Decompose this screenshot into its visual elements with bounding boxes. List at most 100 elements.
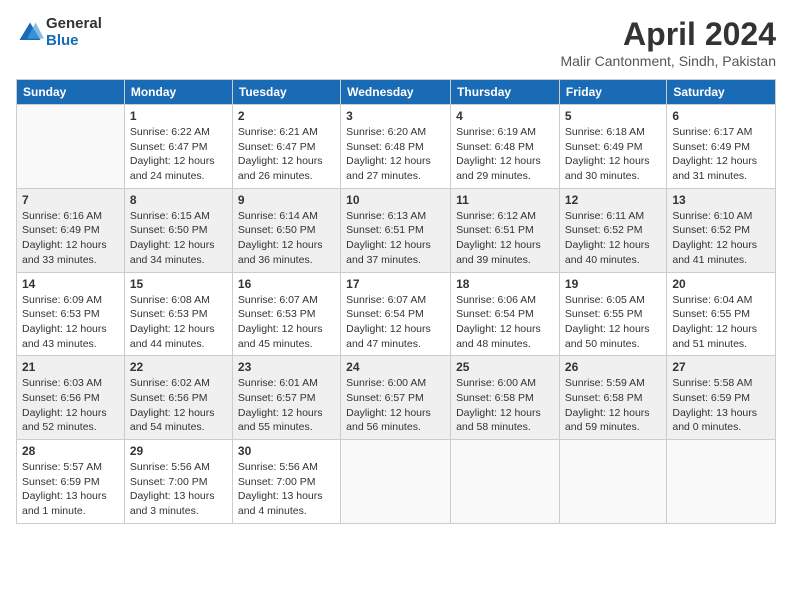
day-number: 8 — [130, 193, 227, 207]
calendar-cell: 22 Sunrise: 6:02 AMSunset: 6:56 PMDayligh… — [124, 356, 232, 440]
day-info: Sunrise: 6:13 AMSunset: 6:51 PMDaylight:… — [346, 209, 445, 268]
day-info: Sunrise: 6:00 AMSunset: 6:58 PMDaylight:… — [456, 376, 554, 435]
day-number: 25 — [456, 360, 554, 374]
day-number: 4 — [456, 109, 554, 123]
day-info: Sunrise: 6:09 AMSunset: 6:53 PMDaylight:… — [22, 293, 119, 352]
day-number: 23 — [238, 360, 335, 374]
day-number: 28 — [22, 444, 119, 458]
calendar-cell: 18 Sunrise: 6:06 AMSunset: 6:54 PMDayligh… — [451, 272, 560, 356]
day-info: Sunrise: 6:11 AMSunset: 6:52 PMDaylight:… — [565, 209, 661, 268]
day-number: 10 — [346, 193, 445, 207]
calendar-cell: 21Sunrise: 6:03 AMSunset: 6:56 PMDayligh… — [17, 356, 125, 440]
calendar-cell: 28 Sunrise: 5:57 AMSunset: 6:59 PMDayligh… — [17, 440, 125, 524]
logo-text: General Blue — [46, 16, 102, 49]
weekday-header-wednesday: Wednesday — [341, 80, 451, 105]
day-number: 27 — [672, 360, 770, 374]
calendar-cell — [559, 440, 666, 524]
day-number: 15 — [130, 277, 227, 291]
calendar-cell: 26 Sunrise: 5:59 AMSunset: 6:58 PMDayligh… — [559, 356, 666, 440]
month-title: April 2024 — [560, 16, 776, 53]
day-info: Sunrise: 6:18 AMSunset: 6:49 PMDaylight:… — [565, 125, 661, 184]
day-info: Sunrise: 6:21 AMSunset: 6:47 PMDaylight:… — [238, 125, 335, 184]
calendar-cell: 4Sunrise: 6:19 AMSunset: 6:48 PMDaylight… — [451, 105, 560, 189]
day-info: Sunrise: 6:04 AMSunset: 6:55 PMDaylight:… — [672, 293, 770, 352]
day-number: 19 — [565, 277, 661, 291]
day-info: Sunrise: 6:14 AMSunset: 6:50 PMDaylight:… — [238, 209, 335, 268]
calendar-cell: 9 Sunrise: 6:14 AMSunset: 6:50 PMDaylight… — [232, 188, 340, 272]
day-number: 22 — [130, 360, 227, 374]
calendar-cell: 23 Sunrise: 6:01 AMSunset: 6:57 PMDayligh… — [232, 356, 340, 440]
calendar-cell: 8 Sunrise: 6:15 AMSunset: 6:50 PMDaylight… — [124, 188, 232, 272]
calendar-cell: 27 Sunrise: 5:58 AMSunset: 6:59 PMDayligh… — [667, 356, 776, 440]
day-info: Sunrise: 6:08 AMSunset: 6:53 PMDaylight:… — [130, 293, 227, 352]
weekday-header-sunday: Sunday — [17, 80, 125, 105]
day-info: Sunrise: 6:10 AMSunset: 6:52 PMDaylight:… — [672, 209, 770, 268]
calendar-cell: 24Sunrise: 6:00 AMSunset: 6:57 PMDayligh… — [341, 356, 451, 440]
calendar-cell: 15 Sunrise: 6:08 AMSunset: 6:53 PMDayligh… — [124, 272, 232, 356]
day-info: Sunrise: 6:06 AMSunset: 6:54 PMDaylight:… — [456, 293, 554, 352]
title-block: April 2024 Malir Cantonment, Sindh, Paki… — [560, 16, 776, 69]
day-info: Sunrise: 6:01 AMSunset: 6:57 PMDaylight:… — [238, 376, 335, 435]
day-number: 21 — [22, 360, 119, 374]
calendar-cell: 17 Sunrise: 6:07 AMSunset: 6:54 PMDayligh… — [341, 272, 451, 356]
day-info: Sunrise: 5:56 AMSunset: 7:00 PMDaylight:… — [130, 460, 227, 519]
day-info: Sunrise: 6:07 AMSunset: 6:54 PMDaylight:… — [346, 293, 445, 352]
calendar-cell: 29 Sunrise: 5:56 AMSunset: 7:00 PMDayligh… — [124, 440, 232, 524]
week-row-3: 14Sunrise: 6:09 AMSunset: 6:53 PMDayligh… — [17, 272, 776, 356]
weekday-header-saturday: Saturday — [667, 80, 776, 105]
week-row-5: 28 Sunrise: 5:57 AMSunset: 6:59 PMDayligh… — [17, 440, 776, 524]
calendar-cell: 20Sunrise: 6:04 AMSunset: 6:55 PMDayligh… — [667, 272, 776, 356]
day-number: 9 — [238, 193, 335, 207]
day-info: Sunrise: 5:57 AMSunset: 6:59 PMDaylight:… — [22, 460, 119, 519]
day-number: 13 — [672, 193, 770, 207]
day-info: Sunrise: 6:02 AMSunset: 6:56 PMDaylight:… — [130, 376, 227, 435]
calendar-cell — [451, 440, 560, 524]
calendar-cell: 7 Sunrise: 6:16 AMSunset: 6:49 PMDaylight… — [17, 188, 125, 272]
calendar-cell — [667, 440, 776, 524]
weekday-header-friday: Friday — [559, 80, 666, 105]
logo-blue: Blue — [46, 33, 102, 50]
calendar-cell: 25 Sunrise: 6:00 AMSunset: 6:58 PMDayligh… — [451, 356, 560, 440]
calendar-cell: 2 Sunrise: 6:21 AMSunset: 6:47 PMDaylight… — [232, 105, 340, 189]
weekday-header-thursday: Thursday — [451, 80, 560, 105]
calendar-table: SundayMondayTuesdayWednesdayThursdayFrid… — [16, 79, 776, 524]
calendar-cell: 5 Sunrise: 6:18 AMSunset: 6:49 PMDaylight… — [559, 105, 666, 189]
weekday-header-tuesday: Tuesday — [232, 80, 340, 105]
day-info: Sunrise: 6:17 AMSunset: 6:49 PMDaylight:… — [672, 125, 770, 184]
calendar-cell: 1 Sunrise: 6:22 AMSunset: 6:47 PMDaylight… — [124, 105, 232, 189]
day-number: 2 — [238, 109, 335, 123]
day-number: 17 — [346, 277, 445, 291]
day-info: Sunrise: 6:16 AMSunset: 6:49 PMDaylight:… — [22, 209, 119, 268]
day-number: 12 — [565, 193, 661, 207]
day-info: Sunrise: 5:58 AMSunset: 6:59 PMDaylight:… — [672, 376, 770, 435]
page-header: General Blue April 2024 Malir Cantonment… — [16, 16, 776, 69]
day-number: 30 — [238, 444, 335, 458]
day-number: 5 — [565, 109, 661, 123]
calendar-cell: 3 Sunrise: 6:20 AMSunset: 6:48 PMDaylight… — [341, 105, 451, 189]
day-number: 29 — [130, 444, 227, 458]
day-info: Sunrise: 6:20 AMSunset: 6:48 PMDaylight:… — [346, 125, 445, 184]
logo-icon — [16, 19, 44, 47]
day-info: Sunrise: 6:00 AMSunset: 6:57 PMDaylight:… — [346, 376, 445, 435]
day-info: Sunrise: 5:56 AMSunset: 7:00 PMDaylight:… — [238, 460, 335, 519]
day-number: 6 — [672, 109, 770, 123]
day-number: 18 — [456, 277, 554, 291]
calendar-cell: 19 Sunrise: 6:05 AMSunset: 6:55 PMDayligh… — [559, 272, 666, 356]
calendar-cell: 12 Sunrise: 6:11 AMSunset: 6:52 PMDayligh… — [559, 188, 666, 272]
calendar-cell: 30 Sunrise: 5:56 AMSunset: 7:00 PMDayligh… — [232, 440, 340, 524]
day-number: 26 — [565, 360, 661, 374]
day-number: 1 — [130, 109, 227, 123]
calendar-cell: 14Sunrise: 6:09 AMSunset: 6:53 PMDayligh… — [17, 272, 125, 356]
day-number: 3 — [346, 109, 445, 123]
calendar-cell: 13 Sunrise: 6:10 AMSunset: 6:52 PMDayligh… — [667, 188, 776, 272]
day-info: Sunrise: 6:05 AMSunset: 6:55 PMDaylight:… — [565, 293, 661, 352]
day-info: Sunrise: 6:15 AMSunset: 6:50 PMDaylight:… — [130, 209, 227, 268]
day-number: 16 — [238, 277, 335, 291]
calendar-cell — [341, 440, 451, 524]
day-number: 11 — [456, 193, 554, 207]
calendar-cell: 6 Sunrise: 6:17 AMSunset: 6:49 PMDaylight… — [667, 105, 776, 189]
day-info: Sunrise: 5:59 AMSunset: 6:58 PMDaylight:… — [565, 376, 661, 435]
calendar-cell: 10 Sunrise: 6:13 AMSunset: 6:51 PMDayligh… — [341, 188, 451, 272]
day-number: 7 — [22, 193, 119, 207]
day-info: Sunrise: 6:22 AMSunset: 6:47 PMDaylight:… — [130, 125, 227, 184]
